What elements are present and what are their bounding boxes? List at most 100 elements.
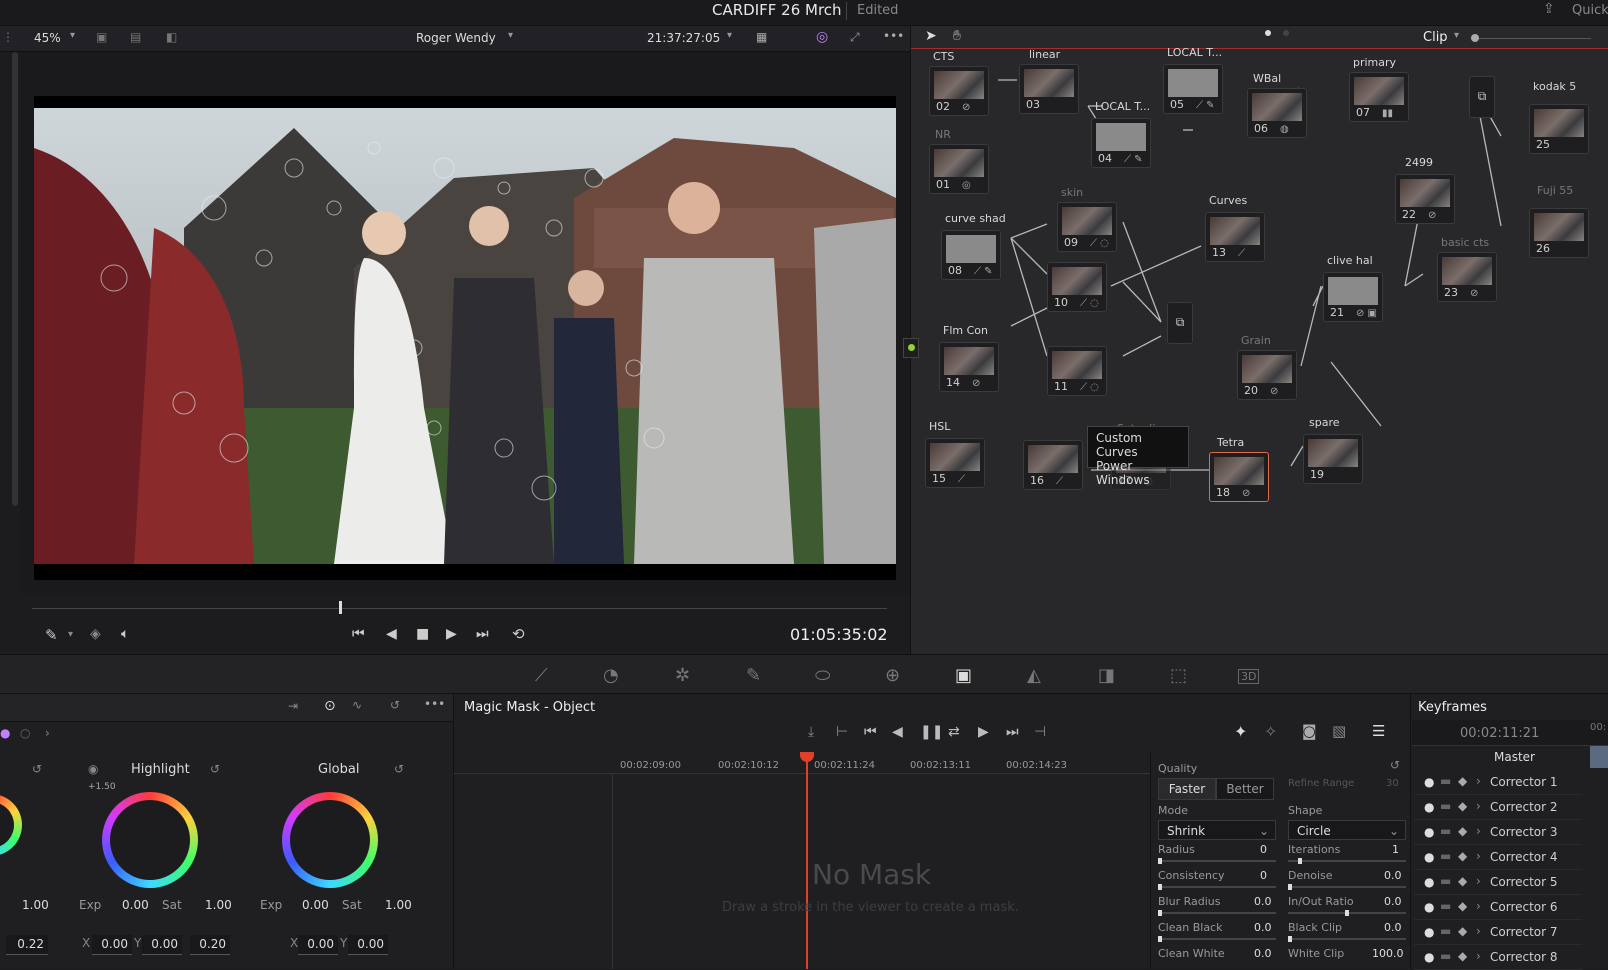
reset-icon[interactable]: ↺ <box>1390 758 1400 772</box>
node-19[interactable]: 19 <box>1303 434 1363 484</box>
mask-playhead[interactable] <box>806 754 808 969</box>
iterations-slider[interactable] <box>1288 858 1406 864</box>
iterations-value[interactable]: 1 <box>1392 843 1399 856</box>
node-14[interactable]: 14 ⊘ <box>939 342 999 392</box>
key-icon[interactable]: ◨ <box>1098 665 1115 686</box>
play-icon[interactable]: ▶ <box>978 724 989 740</box>
node-11[interactable]: 11 ⟋ ◌ <box>1047 346 1107 396</box>
node-03[interactable]: 03 <box>1019 64 1079 114</box>
tracker-icon[interactable]: ⊕ <box>885 665 900 686</box>
play-icon[interactable]: ▶ <box>446 626 457 642</box>
split-icon[interactable]: ▤ <box>130 30 141 44</box>
bidirectional-icon[interactable]: ⇄ <box>948 724 960 740</box>
node-10[interactable]: 10 ⟋ ◌ <box>1047 262 1107 312</box>
blur-radius-value[interactable]: 0.0 <box>1254 895 1272 908</box>
loop-icon[interactable]: ⟲ <box>512 625 525 643</box>
faster-button[interactable]: Faster <box>1158 778 1216 800</box>
in-out-ratio-value[interactable]: 0.0 <box>1384 895 1402 908</box>
wheels-mode-icon[interactable]: ⊙ <box>324 698 336 714</box>
more-options-icon[interactable]: ••• <box>424 697 445 711</box>
layers-icon[interactable]: ◈ <box>90 626 101 642</box>
color-dot-icon[interactable]: ○ <box>20 726 30 740</box>
black-clip-value[interactable]: 0.0 <box>1384 921 1402 934</box>
blur-icon[interactable]: ◭ <box>1027 665 1041 686</box>
white-clip-value[interactable]: 100.0 <box>1372 947 1404 960</box>
keyframe-row[interactable]: ● ▬ ◆ › Corrector 7 <box>1414 920 1582 945</box>
playhead[interactable] <box>339 601 342 614</box>
radius-value[interactable]: 0 <box>1260 843 1267 856</box>
timeline-select[interactable]: Roger Wendy <box>416 31 496 45</box>
curves-icon[interactable]: ⟋ <box>535 665 548 686</box>
color-picker-icon[interactable]: ◎ <box>816 29 828 45</box>
shape-select[interactable]: Circle ⌄ <box>1288 820 1406 840</box>
layer-mixer-icon[interactable]: ⧉ <box>1469 76 1495 118</box>
global-exp[interactable]: 0.00 <box>302 898 329 912</box>
keyframe-row[interactable]: ● ▬ ◆ › Corrector 1 <box>1414 770 1582 795</box>
go-to-end-icon[interactable]: ⏭︎ <box>476 626 489 642</box>
chevron-down-icon[interactable]: ▾ <box>68 629 73 640</box>
node-05[interactable]: 05 ⟋ ✎ <box>1163 64 1223 114</box>
quick-export-label[interactable]: Quick <box>1572 3 1608 18</box>
more-options-icon[interactable]: ••• <box>883 29 904 43</box>
go-to-start-icon[interactable]: ⏮︎ <box>352 626 365 642</box>
more-icon[interactable]: ⋮ <box>2 30 14 44</box>
denoise-slider[interactable] <box>1288 884 1406 890</box>
keyframes-master[interactable]: Master <box>1494 750 1535 764</box>
step-back-icon[interactable]: ◀ <box>892 724 903 740</box>
node-15[interactable]: 15 ⟋ <box>925 438 985 488</box>
picker-icon[interactable]: ◉ <box>88 762 98 776</box>
track-backward-icon[interactable]: ⤓ <box>808 724 814 740</box>
reverse-play-icon[interactable]: ◀ <box>386 626 397 642</box>
highlight-sat[interactable]: 1.00 <box>205 898 232 912</box>
go-to-end-icon[interactable]: ⏭︎ <box>1006 724 1019 740</box>
overlay-icon[interactable]: ◙ <box>1302 722 1317 740</box>
keyframe-row[interactable]: ● ▬ ◆ › Corrector 6 <box>1414 895 1582 920</box>
in-out-ratio-slider[interactable] <box>1288 910 1406 916</box>
eyedropper-tool-icon[interactable]: ✎ <box>746 665 761 686</box>
keyframes-timecode[interactable]: 00:02:11:21 <box>1460 726 1539 741</box>
magic-mask-icon[interactable]: ▣ <box>955 665 972 686</box>
share-icon[interactable]: ⇪ <box>1543 1 1555 17</box>
clean-black-slider[interactable] <box>1158 936 1276 942</box>
fullscreen-icon[interactable]: ⤢ <box>850 30 860 45</box>
volume-icon[interactable]: 🔈︎ <box>121 626 129 642</box>
keyframe-row[interactable]: ● ▬ ◆ › Corrector 2 <box>1414 795 1582 820</box>
denoise-value[interactable]: 0.0 <box>1384 869 1402 882</box>
chevron-down-icon[interactable]: ▾ <box>70 30 75 41</box>
node-22[interactable]: 22 ⊘ <box>1395 174 1455 224</box>
mode-select[interactable]: Shrink ⌄ <box>1158 820 1276 840</box>
highlight-y[interactable]: 0.00 <box>142 935 182 955</box>
clean-black-value[interactable]: 0.0 <box>1254 921 1272 934</box>
node-07[interactable]: 07 ▮▮ <box>1349 72 1409 122</box>
blur-radius-slider[interactable] <box>1158 910 1276 916</box>
subtract-stroke-icon[interactable]: ✧ <box>1264 722 1277 741</box>
chevron-right-icon[interactable]: › <box>45 726 50 740</box>
node-23[interactable]: 23 ⊘ <box>1437 252 1497 302</box>
color-dot-icon[interactable]: ● <box>0 726 10 740</box>
highlight-z[interactable]: 0.20 <box>190 935 230 955</box>
node-13[interactable]: 13 ⟋ <box>1205 212 1265 262</box>
sizing-icon[interactable]: ⬚ <box>1170 665 1187 686</box>
node-20[interactable]: 20 ⊘ <box>1237 350 1297 400</box>
wipe-icon[interactable]: ◧ <box>166 30 177 44</box>
global-wheel[interactable] <box>282 792 378 888</box>
zoom-select[interactable]: 45% <box>34 31 61 45</box>
reset-icon[interactable]: ↺ <box>210 762 220 776</box>
qualifier-icon[interactable]: ✲ <box>675 665 690 686</box>
settings-sliders-icon[interactable]: ☰ <box>1372 722 1385 740</box>
source-timecode[interactable]: 21:37:27:05 <box>647 31 720 45</box>
highlight-exp[interactable]: 0.00 <box>122 898 149 912</box>
proxy-icon[interactable]: ▦ <box>756 30 767 44</box>
highlight-x[interactable]: 0.00 <box>92 935 132 955</box>
node-02[interactable]: 02 ⊘ <box>929 66 989 116</box>
scrubber-track[interactable] <box>32 608 887 609</box>
reset-icon[interactable]: ↺ <box>394 762 404 776</box>
node-21[interactable]: 21 ⊘ ▣ <box>1323 272 1383 322</box>
color-warper-icon[interactable]: ◔ <box>603 665 619 686</box>
global-sat[interactable]: 1.00 <box>385 898 412 912</box>
reset-icon[interactable]: ↺ <box>390 698 400 712</box>
node-26[interactable]: 26 <box>1529 208 1589 258</box>
3d-icon[interactable]: 3D <box>1238 669 1260 684</box>
keyframe-row[interactable]: ● ▬ ◆ › Corrector 5 <box>1414 870 1582 895</box>
node-01[interactable]: 01 ◎ <box>929 144 989 194</box>
